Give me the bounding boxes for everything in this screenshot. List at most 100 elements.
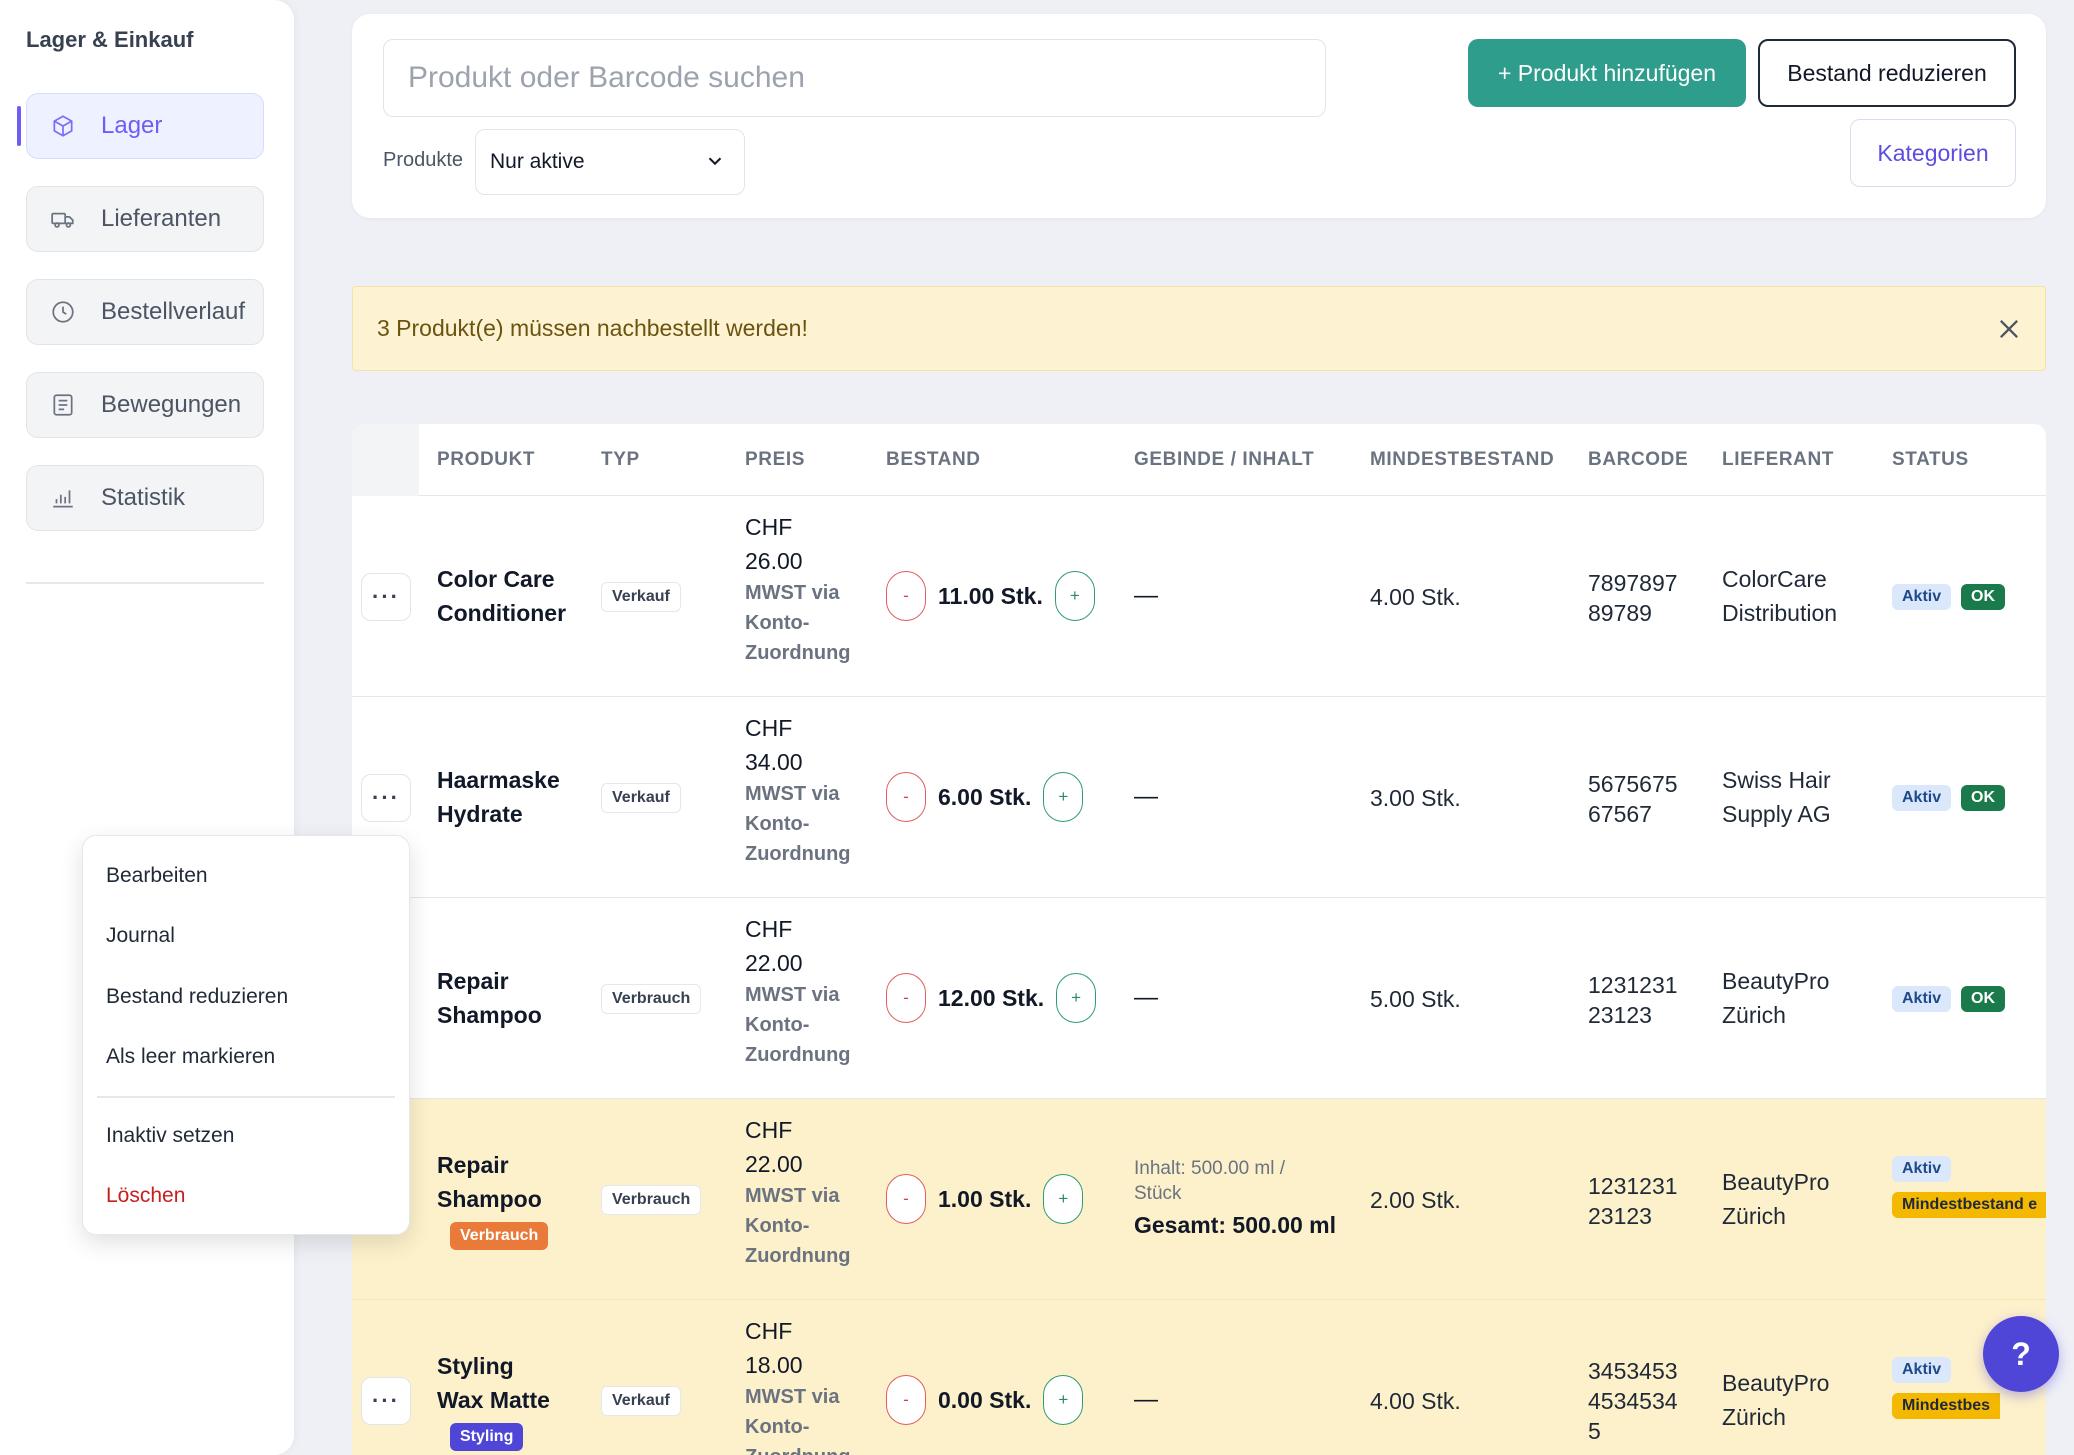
col-header-mindestbestand[interactable]: MINDESTBESTAND [1370,449,1554,471]
stock-quantity: 6.00 Stk. [938,783,1032,810]
row-actions-button[interactable]: ··· [361,1377,411,1425]
products-table: PRODUKT TYP PREIS BESTAND GEBINDE / INHA… [352,424,2046,1455]
menu-item-journal[interactable]: Journal [106,924,175,948]
close-icon[interactable] [1995,315,2023,349]
active-indicator [17,106,21,146]
min-stock-value: 3.00 Stk. [1370,785,1461,811]
categories-button[interactable]: Kategorien [1850,119,2016,187]
header-corner [352,424,419,496]
stock-quantity: 11.00 Stk. [938,582,1043,609]
menu-item-edit[interactable]: Bearbeiten [106,864,208,888]
col-header-lieferant[interactable]: LIEFERANT [1722,449,1834,471]
status-badge-ok: OK [1961,584,2005,610]
price: CHF 34.00 MWST via Konto- Zuordnung [745,715,851,865]
status-badge-active: Aktiv [1892,986,1952,1012]
sidebar-item-label: Bewegungen [101,391,242,418]
row-actions-button[interactable]: ··· [361,573,411,621]
product-name: Repair Shampoo [437,968,542,1028]
table-row: ··· Color Care Conditioner Verkauf CHF 26.… [352,496,2046,697]
stock-stepper: - 6.00 Stk. + [886,772,1084,822]
sidebar-item-label: Lieferanten [101,205,222,232]
type-badge: Verkauf [601,582,681,612]
status-badge-active: Aktiv [1892,584,1952,610]
table-row: ··· Haarmaske Hydrate Verkauf CHF 34.00 MWS… [352,697,2046,898]
barcode-value: 1231231 23123 [1588,972,1678,1028]
min-stock-value: 4.00 Stk. [1370,584,1461,610]
barcode-value: 1231231 23123 [1588,1173,1678,1229]
barcode-value: 5675675 67567 [1588,771,1678,827]
increase-stock-button[interactable]: + [1043,772,1084,822]
status-badge-active: Aktiv [1892,1357,1952,1383]
supplier-value: BeautyPro Zürich [1722,1370,1830,1430]
col-header-status[interactable]: STATUS [1892,449,1969,471]
list-icon [49,391,77,419]
col-header-preis[interactable]: PREIS [745,449,805,471]
reorder-alert: 3 Produkt(e) müssen nachbestellt werden! [352,286,2046,371]
sidebar-item-label: Bestellverlauf [101,298,246,325]
status-badge-active: Aktiv [1892,785,1952,811]
increase-stock-button[interactable]: + [1056,973,1097,1023]
gebinde-value: — [1134,984,1158,1011]
col-header-typ[interactable]: TYP [601,449,640,471]
table-row-warning: Repair Shampoo Verbrauch Verbrauch CHF 22.… [352,1099,2046,1300]
supplier-value: Swiss Hair Supply AG [1722,767,1831,827]
reduce-stock-button[interactable]: Bestand reduzieren [1758,39,2016,107]
filter-label: Produkte [383,149,464,171]
status-badge-min-stock: Mindestbestand e [1892,1192,2046,1218]
sidebar-item-label: Lager [101,112,163,139]
col-header-bestand[interactable]: BESTAND [886,449,981,471]
app-title: Lager & Einkauf [26,27,194,52]
min-stock-value: 5.00 Stk. [1370,986,1461,1012]
product-name: Haarmaske Hydrate [437,767,560,827]
sidebar-item-statistik[interactable]: Statistik [26,465,264,531]
category-tag: Verbrauch [450,1222,549,1250]
search-input[interactable] [383,39,1326,117]
table-row-warning: ··· Styling Wax Matte Styling Verkauf CHF… [352,1300,2046,1455]
decrease-stock-button[interactable]: - [886,1174,926,1224]
type-badge: Verkauf [601,1386,681,1416]
decrease-stock-button[interactable]: - [886,973,926,1023]
type-badge: Verbrauch [601,1185,702,1215]
sidebar-item-label: Statistik [101,484,186,511]
increase-stock-button[interactable]: + [1043,1174,1084,1224]
barcode-value: 3453453 4534534 5 [1588,1358,1678,1444]
increase-stock-button[interactable]: + [1054,571,1095,621]
sidebar-divider [26,582,264,584]
bar-chart-icon [49,484,77,512]
gebinde-value: — [1134,783,1158,810]
sidebar-item-bestellverlauf[interactable]: Bestellverlauf [26,279,264,345]
price: CHF 26.00 MWST via Konto- Zuordnung [745,514,851,664]
alert-text: 3 Produkt(e) müssen nachbestellt werden! [377,315,808,341]
min-stock-value: 2.00 Stk. [1370,1187,1461,1213]
add-product-button[interactable]: + Produkt hinzufügen [1468,39,1746,107]
sidebar-item-lager[interactable]: Lager [26,93,264,159]
decrease-stock-button[interactable]: - [886,571,926,621]
col-header-gebinde[interactable]: GEBINDE / INHALT [1134,449,1314,471]
supplier-value: ColorCare Distribution [1722,566,1838,626]
menu-item-delete[interactable]: Löschen [106,1184,185,1208]
sidebar-item-bewegungen[interactable]: Bewegungen [26,372,264,438]
menu-item-mark-empty[interactable]: Als leer markieren [106,1045,275,1069]
decrease-stock-button[interactable]: - [886,772,926,822]
product-name: Repair Shampoo [437,1152,542,1212]
sidebar-item-lieferanten[interactable]: Lieferanten [26,186,264,252]
price: CHF18.00MWST viaKonto-Zuordnung [745,1318,851,1455]
supplier-value: BeautyPro Zürich [1722,1169,1830,1229]
help-button[interactable]: ? [1983,1316,2059,1392]
row-actions-button[interactable]: ··· [361,774,411,822]
category-tag: Styling [450,1423,524,1451]
status-badge-min-stock: Mindestbes [1892,1393,2001,1419]
menu-item-reduce-stock[interactable]: Bestand reduzieren [106,985,288,1009]
stock-quantity: 0.00 Stk. [938,1386,1032,1413]
product-name: Color Care Conditioner [437,566,567,626]
col-header-barcode[interactable]: BARCODE [1588,449,1688,471]
menu-item-set-inactive[interactable]: Inaktiv setzen [106,1124,234,1148]
status-badge-ok: OK [1961,785,2005,811]
increase-stock-button[interactable]: + [1043,1375,1084,1425]
product-name: Styling Wax Matte [437,1353,550,1413]
decrease-stock-button[interactable]: - [886,1375,926,1425]
price: CHF 22.00 MWST via Konto- Zuordnung [745,1117,851,1267]
product-filter-select[interactable]: Nur aktive [475,129,745,195]
col-header-produkt[interactable]: PRODUKT [437,449,535,471]
price: CHF 22.00 MWST via Konto- Zuordnung [745,916,851,1066]
